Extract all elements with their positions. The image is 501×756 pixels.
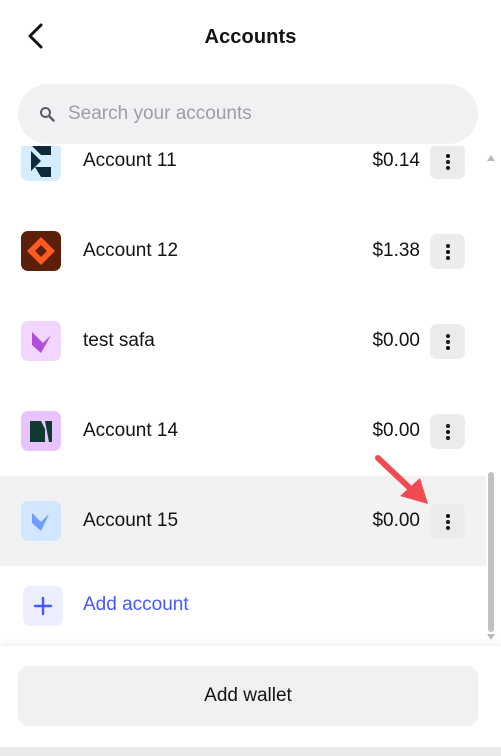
account-row[interactable]: Account 11 $0.14: [0, 146, 486, 206]
scroll-up-arrow-icon[interactable]: [487, 155, 495, 161]
account-menu-button[interactable]: [430, 146, 465, 179]
search-input[interactable]: [66, 102, 450, 126]
account-avatar: [21, 411, 61, 451]
search-icon: [38, 105, 56, 123]
search-bar[interactable]: [18, 84, 478, 144]
account-avatar: [21, 501, 61, 541]
add-account-button[interactable]: Add account: [0, 586, 486, 646]
account-menu-button[interactable]: [430, 234, 465, 269]
account-name: Account 11: [83, 150, 177, 171]
account-name: Account 14: [83, 420, 179, 441]
footer: Add wallet: [0, 646, 501, 756]
account-menu-button[interactable]: [430, 324, 465, 359]
account-avatar: [21, 146, 61, 181]
page-title: Accounts: [204, 26, 297, 48]
more-vertical-icon: [445, 513, 450, 530]
red-arrow-pointer-icon: [375, 455, 428, 504]
account-balance: $1.38: [372, 240, 420, 261]
account-row[interactable]: Account 12 $1.38: [0, 206, 486, 296]
more-vertical-icon: [445, 423, 450, 440]
scrollbar-thumb[interactable]: [488, 472, 494, 632]
account-avatar: [21, 231, 61, 271]
more-vertical-icon: [445, 153, 450, 170]
account-balance: $0.14: [372, 150, 420, 171]
more-vertical-icon: [445, 333, 450, 350]
account-balance: $0.00: [372, 420, 420, 441]
account-row[interactable]: test safa $0.00: [0, 296, 486, 386]
account-name: Account 12: [83, 240, 179, 261]
window-bottom-edge: [0, 747, 501, 756]
scroll-down-arrow-icon[interactable]: [487, 634, 495, 640]
header: Accounts: [0, 0, 501, 76]
plus-icon: [23, 586, 63, 626]
account-name: Account 15: [83, 510, 179, 531]
scrollbar[interactable]: [485, 150, 497, 646]
account-avatar: [21, 321, 61, 361]
add-account-label[interactable]: Add account: [83, 594, 189, 616]
account-menu-button[interactable]: [430, 504, 465, 539]
account-menu-button[interactable]: [430, 414, 465, 449]
add-wallet-button[interactable]: Add wallet: [18, 666, 478, 726]
more-vertical-icon: [445, 243, 450, 260]
account-balance: $0.00: [372, 510, 420, 531]
account-name: test safa: [83, 330, 155, 351]
account-balance: $0.00: [372, 330, 420, 351]
account-list: Account 11 $0.14 Account 12 $1.38 test s…: [0, 146, 501, 646]
